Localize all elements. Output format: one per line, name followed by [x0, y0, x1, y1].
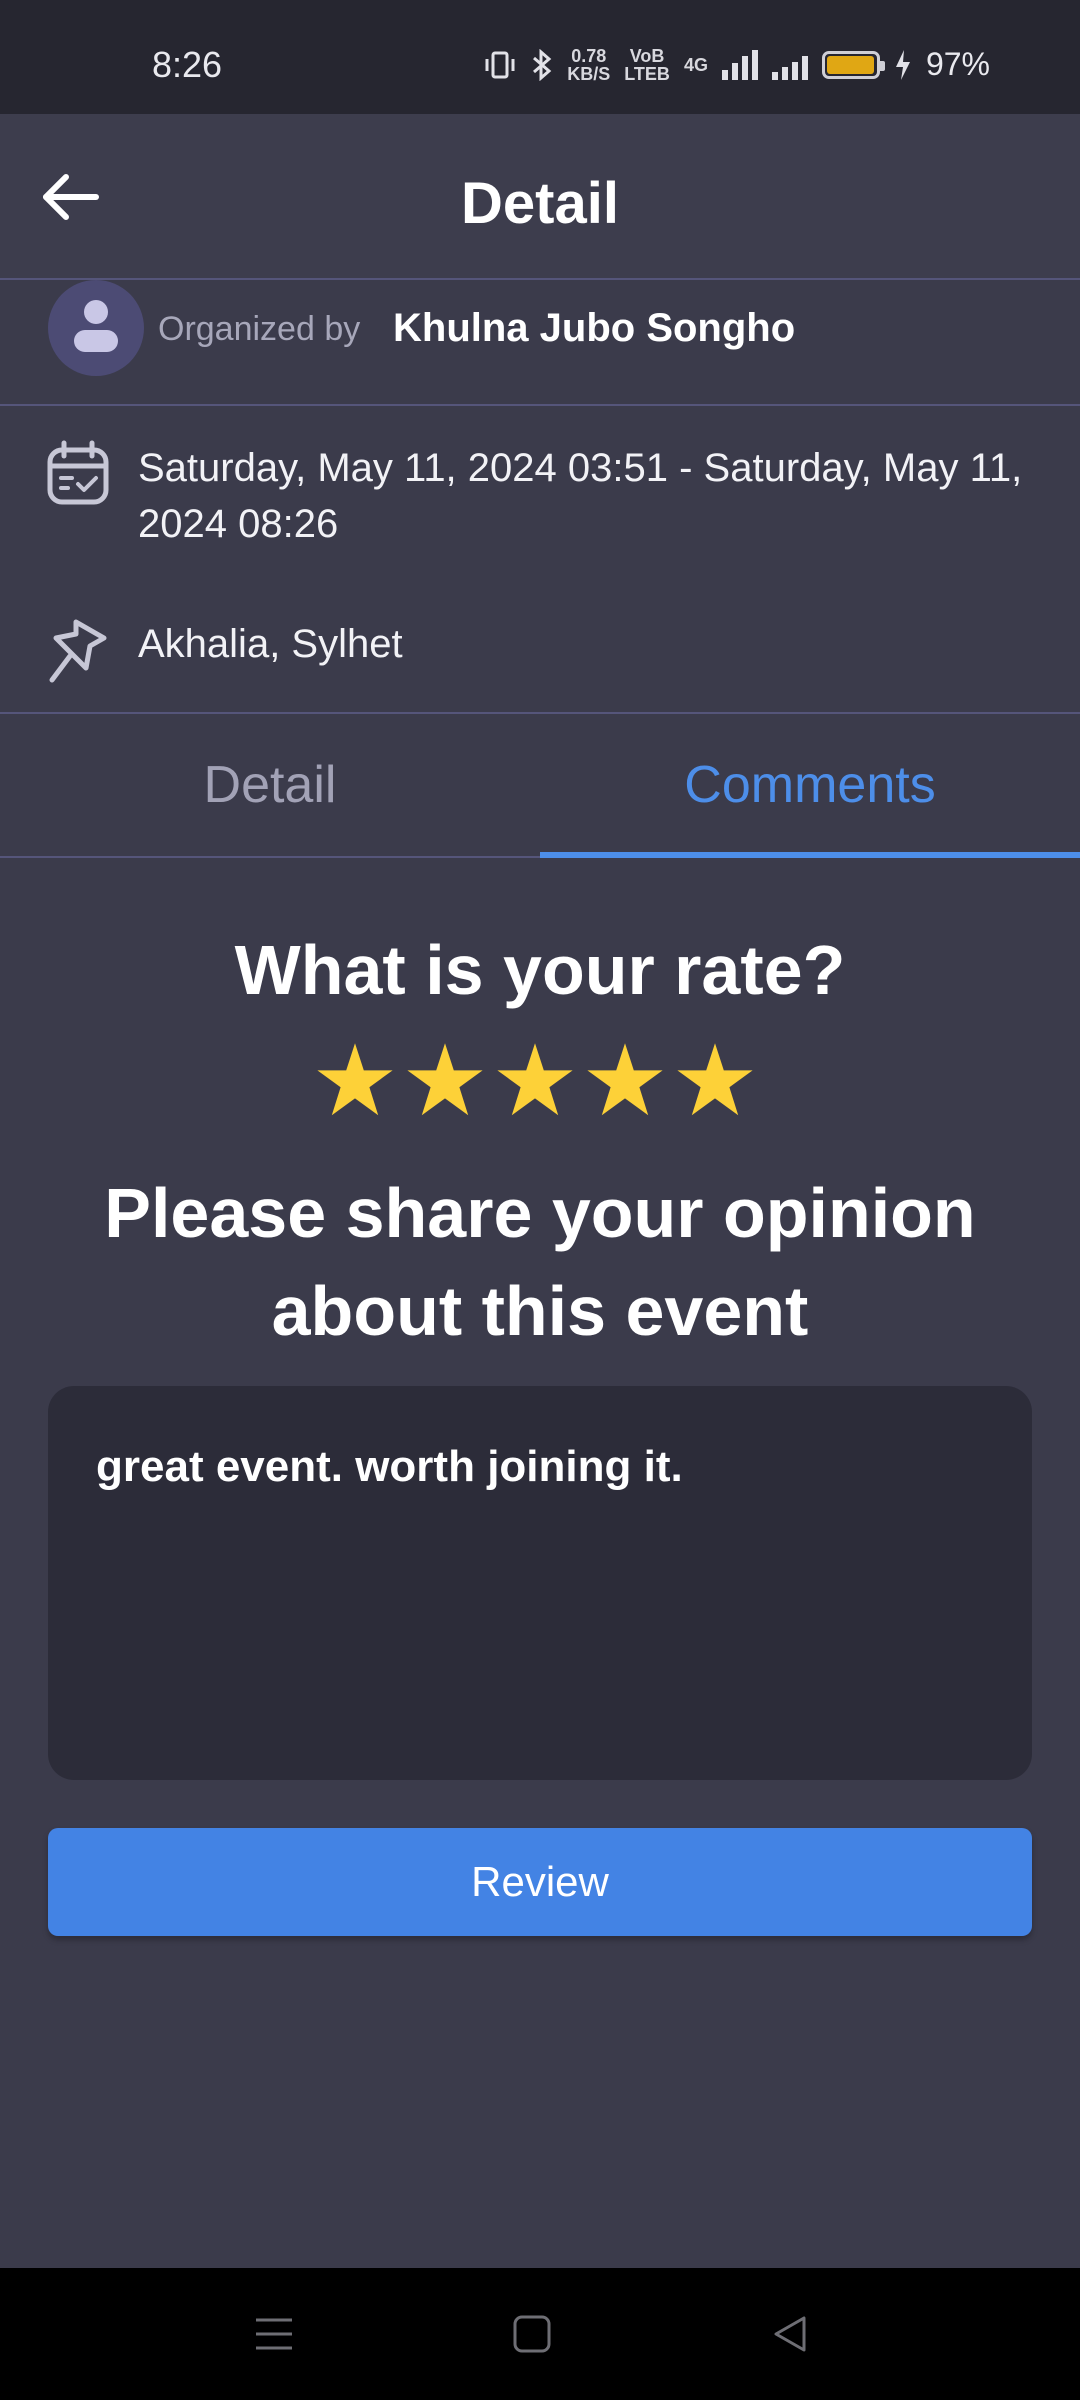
- signal-icon: [721, 49, 758, 80]
- organizer-name[interactable]: Khulna Jubo Songho: [393, 306, 795, 351]
- rate-question: What is your rate?: [234, 931, 846, 1009]
- vibrate-icon: [485, 51, 515, 78]
- app-bar: Detail: [0, 114, 1080, 280]
- battery-percent: 97%: [925, 46, 990, 82]
- event-info: Saturday, May 11, 2024 03:51 - Saturday,…: [0, 406, 1080, 714]
- star-icon[interactable]: [675, 1040, 755, 1120]
- status-time: 8:26: [152, 44, 223, 85]
- calendar-check-icon: [47, 440, 109, 505]
- system-nav-bar: [0, 2268, 1080, 2400]
- page-title: Detail: [461, 171, 619, 236]
- status-bar: 8:26 0.78 KB/S VoB LTEB 4G 97%: [0, 0, 1080, 114]
- comment-textarea[interactable]: great event. worth joining it.: [48, 1386, 1032, 1780]
- signal-icon-2: [771, 50, 808, 80]
- status-icons: 0.78 KB/S VoB LTEB 4G 97%: [483, 46, 990, 83]
- bluetooth-icon: [533, 48, 552, 81]
- star-icon[interactable]: [585, 1040, 665, 1120]
- event-location: Akhalia, Sylhet: [138, 622, 403, 666]
- tab-comments[interactable]: Comments: [540, 714, 1080, 858]
- active-tab-indicator: [540, 852, 1080, 858]
- star-icon[interactable]: [405, 1040, 485, 1120]
- avatar: [48, 280, 144, 376]
- battery-icon: [821, 50, 885, 79]
- menu-icon[interactable]: [252, 2312, 296, 2356]
- network-type: 4G: [683, 54, 708, 75]
- star-icon[interactable]: [495, 1040, 575, 1120]
- star-icon[interactable]: [315, 1040, 395, 1120]
- pushpin-icon: [49, 619, 107, 683]
- net-speed: 0.78 KB/S: [567, 45, 611, 84]
- battery-fill: [826, 55, 874, 74]
- tab-detail[interactable]: Detail: [0, 714, 540, 858]
- review-button[interactable]: Review: [48, 1828, 1032, 1936]
- charging-icon: [895, 49, 910, 80]
- volte-indicator: VoB LTEB: [624, 45, 670, 84]
- star-rating[interactable]: [315, 1040, 755, 1120]
- tab-bar: Detail Comments: [0, 714, 1080, 858]
- home-square-icon[interactable]: [510, 2312, 554, 2356]
- opinion-prompt: Please share your opinion about this eve…: [104, 1174, 976, 1350]
- event-date-range: Saturday, May 11, 2024 03:51 - Saturday,…: [138, 446, 1023, 546]
- organized-by-label: Organized by: [158, 310, 361, 348]
- organizer-row: Organized by Khulna Jubo Songho: [0, 280, 1080, 406]
- back-triangle-icon[interactable]: [768, 2312, 812, 2356]
